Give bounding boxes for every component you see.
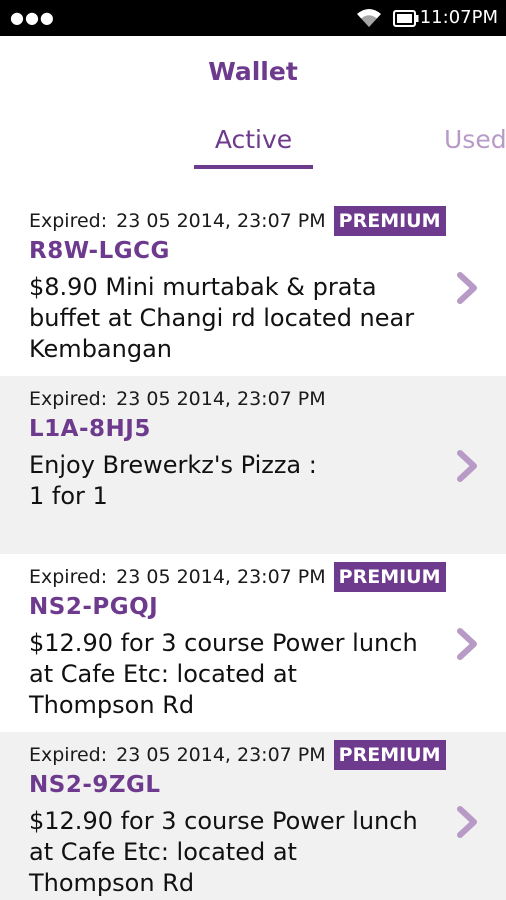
status-time: 11:07PM xyxy=(419,7,498,28)
voucher-item[interactable]: Expired: 23 05 2014, 23:07 PM PREMIUM R8… xyxy=(0,198,506,376)
voucher-code: L1A-8HJ5 xyxy=(29,416,151,442)
premium-badge: PREMIUM xyxy=(333,206,446,236)
expiry-row: Expired: 23 05 2014, 23:07 PM PREMIUM xyxy=(29,562,446,592)
premium-badge: PREMIUM xyxy=(333,562,446,592)
chevron-right-icon[interactable] xyxy=(452,449,482,483)
expiry-date: 23 05 2014, 23:07 PM xyxy=(116,210,326,232)
expiry-row: Expired: 23 05 2014, 23:07 PM xyxy=(29,384,326,414)
expiry-label: Expired: xyxy=(29,566,108,588)
expiry-label: Expired: xyxy=(29,744,108,766)
dots-icon[interactable]: ●●● xyxy=(10,10,55,26)
voucher-item[interactable]: Expired: 23 05 2014, 23:07 PM PREMIUM NS… xyxy=(0,554,506,732)
expiry-label: Expired: xyxy=(29,388,108,410)
expiry-date: 23 05 2014, 23:07 PM xyxy=(116,566,326,588)
voucher-description: $12.90 for 3 course Power lunch at Cafe … xyxy=(29,629,418,719)
expiry-date: 23 05 2014, 23:07 PM xyxy=(116,388,326,410)
voucher-description: Enjoy Brewerkz's Pizza : 1 for 1 xyxy=(29,451,317,510)
tab-active[interactable]: Active xyxy=(194,123,313,157)
expiry-row: Expired: 23 05 2014, 23:07 PM PREMIUM xyxy=(29,206,446,236)
chevron-right-icon[interactable] xyxy=(452,271,482,305)
voucher-item[interactable]: Expired: 23 05 2014, 23:07 PM L1A-8HJ5 E… xyxy=(0,376,506,554)
tab-bar: Active Used xyxy=(0,118,506,172)
expiry-label: Expired: xyxy=(29,210,108,232)
expiry-date: 23 05 2014, 23:07 PM xyxy=(116,744,326,766)
voucher-code: NS2-PGQJ xyxy=(29,594,159,620)
voucher-code: NS2-9ZGL xyxy=(29,772,161,798)
expiry-row: Expired: 23 05 2014, 23:07 PM PREMIUM xyxy=(29,740,446,770)
voucher-description: $8.90 Mini murtabak & prata buffet at Ch… xyxy=(29,273,415,363)
status-bar: ●●● 11:07PM xyxy=(0,0,506,36)
chevron-right-icon[interactable] xyxy=(452,805,482,839)
voucher-item[interactable]: Expired: 23 05 2014, 23:07 PM PREMIUM NS… xyxy=(0,732,506,900)
voucher-list: Expired: 23 05 2014, 23:07 PM PREMIUM R8… xyxy=(0,198,506,900)
tab-used[interactable]: Used xyxy=(444,123,506,157)
voucher-description: $12.90 for 3 course Power lunch at Cafe … xyxy=(29,807,418,897)
battery-icon xyxy=(393,10,419,27)
page-title: Wallet xyxy=(208,57,298,86)
voucher-code: R8W-LGCG xyxy=(29,238,170,264)
chevron-right-icon[interactable] xyxy=(452,627,482,661)
wifi-icon xyxy=(357,9,381,27)
tab-active-indicator xyxy=(194,165,313,169)
premium-badge: PREMIUM xyxy=(333,740,446,770)
